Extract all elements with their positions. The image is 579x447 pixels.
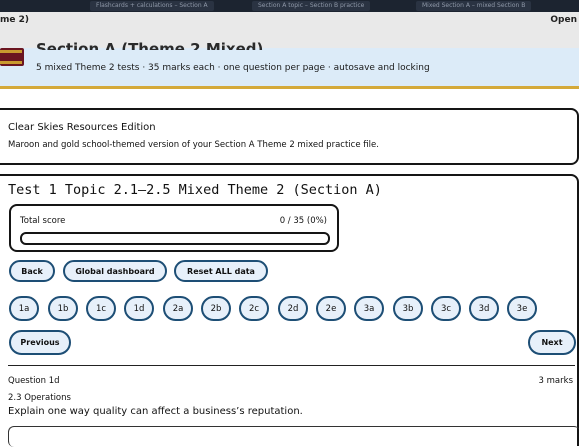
question-tab-3a[interactable]: 3a [354, 296, 384, 321]
page-title: Section A (Theme 2 Mixed) [36, 40, 264, 50]
top-tab-2[interactable]: Section A topic – Section B practice [252, 1, 371, 11]
question-tab-3c[interactable]: 3c [431, 296, 461, 321]
test-title: Test 1 Topic 2.1–2.5 Mixed Theme 2 (Sect… [8, 182, 382, 198]
answer-input[interactable] [8, 426, 579, 447]
reset-all-data-button[interactable]: Reset ALL data [174, 260, 268, 282]
question-tab-3d[interactable]: 3d [469, 296, 499, 321]
top-tab-3[interactable]: Mixed Section A – mixed Section B [416, 1, 532, 11]
question-tab-3b[interactable]: 3b [393, 296, 423, 321]
open-button[interactable]: Open [550, 15, 577, 25]
question-tab-2e[interactable]: 2e [316, 296, 346, 321]
question-tab-2d[interactable]: 2d [278, 296, 308, 321]
score-value: 0 / 35 (0%) [279, 216, 327, 226]
top-tab-1[interactable]: Flashcards + calculations – Section A [90, 1, 214, 11]
back-button[interactable]: Back [9, 260, 55, 282]
overlay-title: me 2) [0, 15, 29, 25]
question-tab-1b[interactable]: 1b [48, 296, 78, 321]
browser-tab-strip: Flashcards + calculations – Section A Se… [0, 0, 579, 12]
question-tab-1c[interactable]: 1c [86, 296, 116, 321]
question-tab-3e[interactable]: 3e [507, 296, 537, 321]
question-tab-2a[interactable]: 2a [163, 296, 193, 321]
question-tab-2b[interactable]: 2b [201, 296, 231, 321]
question-tab-1d[interactable]: 1d [124, 296, 154, 321]
score-panel: Total score 0 / 35 (0%) [9, 204, 339, 252]
question-text: Explain one way quality can affect a bus… [8, 406, 303, 417]
next-button[interactable]: Next [528, 330, 576, 355]
page-subtitle: 5 mixed Theme 2 tests · 35 marks each · … [36, 63, 430, 73]
score-progress-bar [20, 232, 330, 245]
question-tab-1a[interactable]: 1a [9, 296, 39, 321]
question-tab-2c[interactable]: 2c [239, 296, 269, 321]
edition-card: Clear Skies Resources Edition Maroon and… [0, 108, 579, 165]
edition-title: Clear Skies Resources Edition [8, 122, 156, 133]
question-label: Question 1d [8, 376, 60, 386]
previous-button[interactable]: Previous [9, 330, 71, 355]
question-topic: 2.3 Operations [8, 393, 71, 403]
header-accent-line [0, 86, 579, 89]
edition-description: Maroon and gold school-themed version of… [8, 140, 379, 150]
global-dashboard-button[interactable]: Global dashboard [63, 260, 167, 282]
book-icon [0, 48, 24, 66]
score-label: Total score [20, 216, 66, 226]
question-marks: 3 marks [538, 376, 573, 386]
divider [8, 365, 575, 366]
